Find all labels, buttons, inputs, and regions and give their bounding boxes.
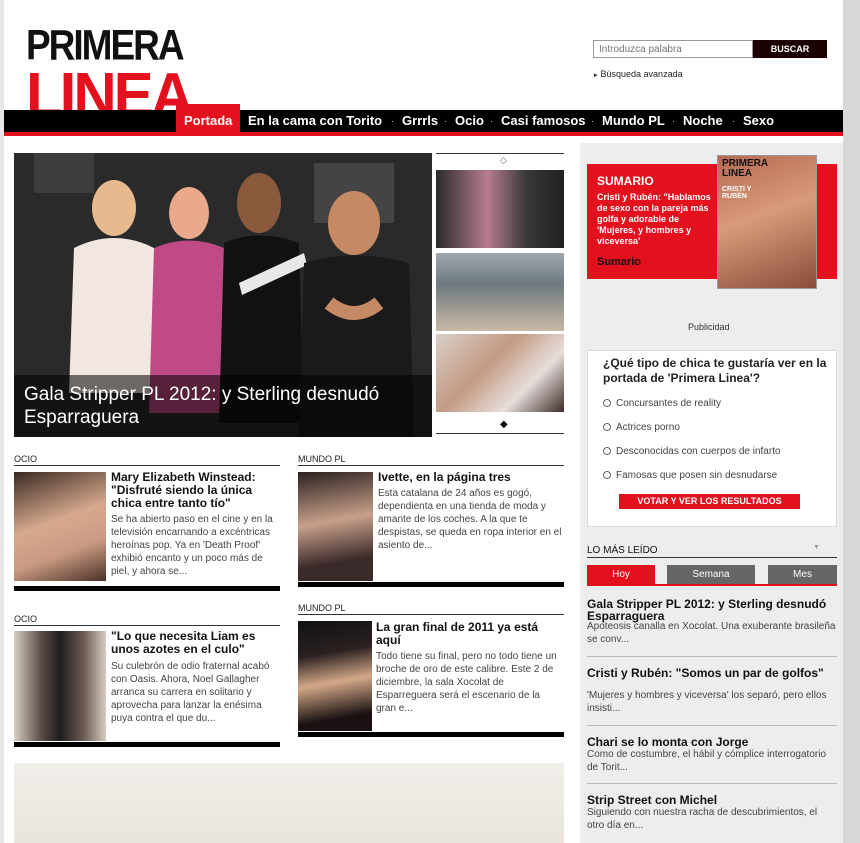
hero-thumb-2[interactable] xyxy=(436,253,564,331)
article-3-title[interactable]: "Lo que necesita Liam es unos azotes en … xyxy=(111,630,281,656)
search-button[interactable]: BUSCAR xyxy=(753,40,827,58)
most-read-title-4[interactable]: Strip Street con Michel xyxy=(587,794,837,806)
article-2-excerpt: Esta catalana de 24 años es gogó, depend… xyxy=(378,488,562,551)
article-3-excerpt: Su culebrón de odio fraternal acabó con … xyxy=(111,661,270,724)
thumbs-up-arrow-icon[interactable]: ◇ xyxy=(500,155,507,166)
nav-item-ocio[interactable]: Ocio xyxy=(455,110,484,132)
tab-hoy[interactable]: Hoy xyxy=(587,565,655,584)
sumario-link[interactable]: Sumario xyxy=(597,256,641,268)
most-read-title-3[interactable]: Chari se lo monta con Jorge xyxy=(587,736,837,748)
tab-mes[interactable]: Mes xyxy=(768,565,837,584)
article-4-image[interactable] xyxy=(298,621,372,731)
article-3-image[interactable] xyxy=(14,631,106,741)
thumbs-down-arrow-icon[interactable]: ◆ xyxy=(500,419,508,430)
article-2-image[interactable] xyxy=(298,472,373,581)
article-divider xyxy=(14,742,280,747)
hero-caption[interactable]: Gala Stripper PL 2012: y Sterling desnud… xyxy=(14,375,432,437)
radio-icon[interactable] xyxy=(603,399,611,407)
nav-item-portada[interactable]: Portada xyxy=(176,104,241,132)
article-divider xyxy=(298,582,564,587)
hero-image[interactable]: Gala Stripper PL 2012: y Sterling desnud… xyxy=(14,153,432,437)
poll-option-label: Famosas que posen sin desnudarse xyxy=(616,470,778,481)
article-2-title[interactable]: Ivette, en la página tres xyxy=(378,471,564,484)
article-4-section[interactable]: MUNDO PL xyxy=(298,603,346,613)
poll-option-2[interactable]: Actrices porno xyxy=(603,422,680,433)
sumario-text[interactable]: Cristi y Rubén: "Hablamos de sexo con la… xyxy=(597,192,715,247)
nav-separator: · xyxy=(591,116,594,126)
article-divider xyxy=(298,732,564,737)
most-read-rule xyxy=(587,557,837,558)
advanced-search-link[interactable]: Búsqueda avanzada xyxy=(594,69,683,79)
magazine-cover[interactable]: PRIMERA LINEA CRISTI Y RUBÉN xyxy=(717,155,817,289)
thumbs-bottom-line xyxy=(436,433,564,434)
article-2-section[interactable]: MUNDO PL xyxy=(298,454,346,464)
article-1-image[interactable] xyxy=(14,472,106,581)
article-4-excerpt: Todo tiene su final, pero no todo tiene … xyxy=(376,651,557,714)
chevron-down-icon: ▼ xyxy=(813,544,820,551)
hero-thumb-3[interactable] xyxy=(436,334,564,412)
poll-option-label: Actrices porno xyxy=(616,422,680,433)
featured-banner-image[interactable] xyxy=(14,763,564,843)
cover-masthead: PRIMERA LINEA xyxy=(722,158,768,179)
most-read-separator xyxy=(587,656,837,657)
poll-question: ¿Qué tipo de chica te gustaría ver en la… xyxy=(603,356,827,385)
nav-underline xyxy=(4,132,843,136)
nav-item-casi-famosos[interactable]: Casi famosos xyxy=(501,110,586,132)
radio-icon[interactable] xyxy=(603,471,611,479)
article-1-title[interactable]: Mary Elizabeth Winstead: "Disfruté siend… xyxy=(111,471,281,510)
search-input[interactable] xyxy=(593,40,753,58)
most-read-separator xyxy=(587,783,837,784)
tab-semana[interactable]: Semana xyxy=(667,565,755,584)
most-read-excerpt-3: Como de costumbre, el hábil y cómplice i… xyxy=(587,749,826,773)
most-read-excerpt-2: 'Mujeres y hombres y viceversa' los sepa… xyxy=(587,690,827,714)
thumbs-top-line xyxy=(436,153,564,154)
sumario-title: SUMARIO xyxy=(597,174,654,188)
nav-separator: · xyxy=(391,116,394,126)
most-read-heading: LO MÁS LEÍDO xyxy=(587,545,658,556)
most-read-title-1[interactable]: Gala Stripper PL 2012: y Sterling desnud… xyxy=(587,598,837,622)
poll-option-label: Concursantes de reality xyxy=(616,398,722,409)
vote-button[interactable]: VOTAR Y VER LOS RESULTADOS xyxy=(619,494,800,509)
most-read-excerpt-4: Siguiendo con nuestra racha de descubrim… xyxy=(587,807,818,831)
most-read-separator xyxy=(587,725,837,726)
nav-separator: · xyxy=(732,116,735,126)
poll-option-1[interactable]: Concursantes de reality xyxy=(603,398,721,409)
article-4-title[interactable]: La gran final de 2011 ya está aquí xyxy=(376,621,562,647)
nav-item-sexo[interactable]: Sexo xyxy=(743,110,774,132)
nav-item-noche[interactable]: Noche xyxy=(683,110,723,132)
nav-item-mundo-pl[interactable]: Mundo PL xyxy=(602,110,665,132)
radio-icon[interactable] xyxy=(603,423,611,431)
article-1-section[interactable]: OCIO xyxy=(14,454,37,464)
section-rule xyxy=(298,614,564,615)
article-divider xyxy=(14,586,280,591)
nav-separator: · xyxy=(672,116,675,126)
most-read-excerpt-1: Apoteosis canalla en Xocolat. Una exuber… xyxy=(587,621,836,645)
section-rule xyxy=(298,465,564,466)
article-3-section[interactable]: OCIO xyxy=(14,614,37,624)
article-1-excerpt: Se ha abierto paso en el cine y en la te… xyxy=(111,514,273,577)
nav-item-grrrls[interactable]: Grrrls xyxy=(402,110,438,132)
ad-label: Publicidad xyxy=(688,322,730,332)
section-rule xyxy=(14,625,280,626)
hero-thumb-1[interactable] xyxy=(436,170,564,248)
radio-icon[interactable] xyxy=(603,447,611,455)
section-rule xyxy=(14,465,280,466)
poll-option-label: Desconocidas con cuerpos de infarto xyxy=(616,446,781,457)
cover-names: CRISTI Y RUBÉN xyxy=(722,186,752,200)
most-read-title-2[interactable]: Cristi y Rubén: "Somos un par de golfos" xyxy=(587,667,837,679)
nav-separator: · xyxy=(490,116,493,126)
nav-separator: · xyxy=(444,116,447,126)
poll-option-4[interactable]: Famosas que posen sin desnudarse xyxy=(603,470,777,481)
tab-underline xyxy=(587,584,837,586)
nav-item-en-la-cama-con-torito[interactable]: En la cama con Torito xyxy=(248,110,382,132)
scrollbar-track[interactable] xyxy=(843,0,860,843)
site-logo[interactable]: PRIMERA LINEA xyxy=(26,23,194,126)
poll-option-3[interactable]: Desconocidas con cuerpos de infarto xyxy=(603,446,781,457)
